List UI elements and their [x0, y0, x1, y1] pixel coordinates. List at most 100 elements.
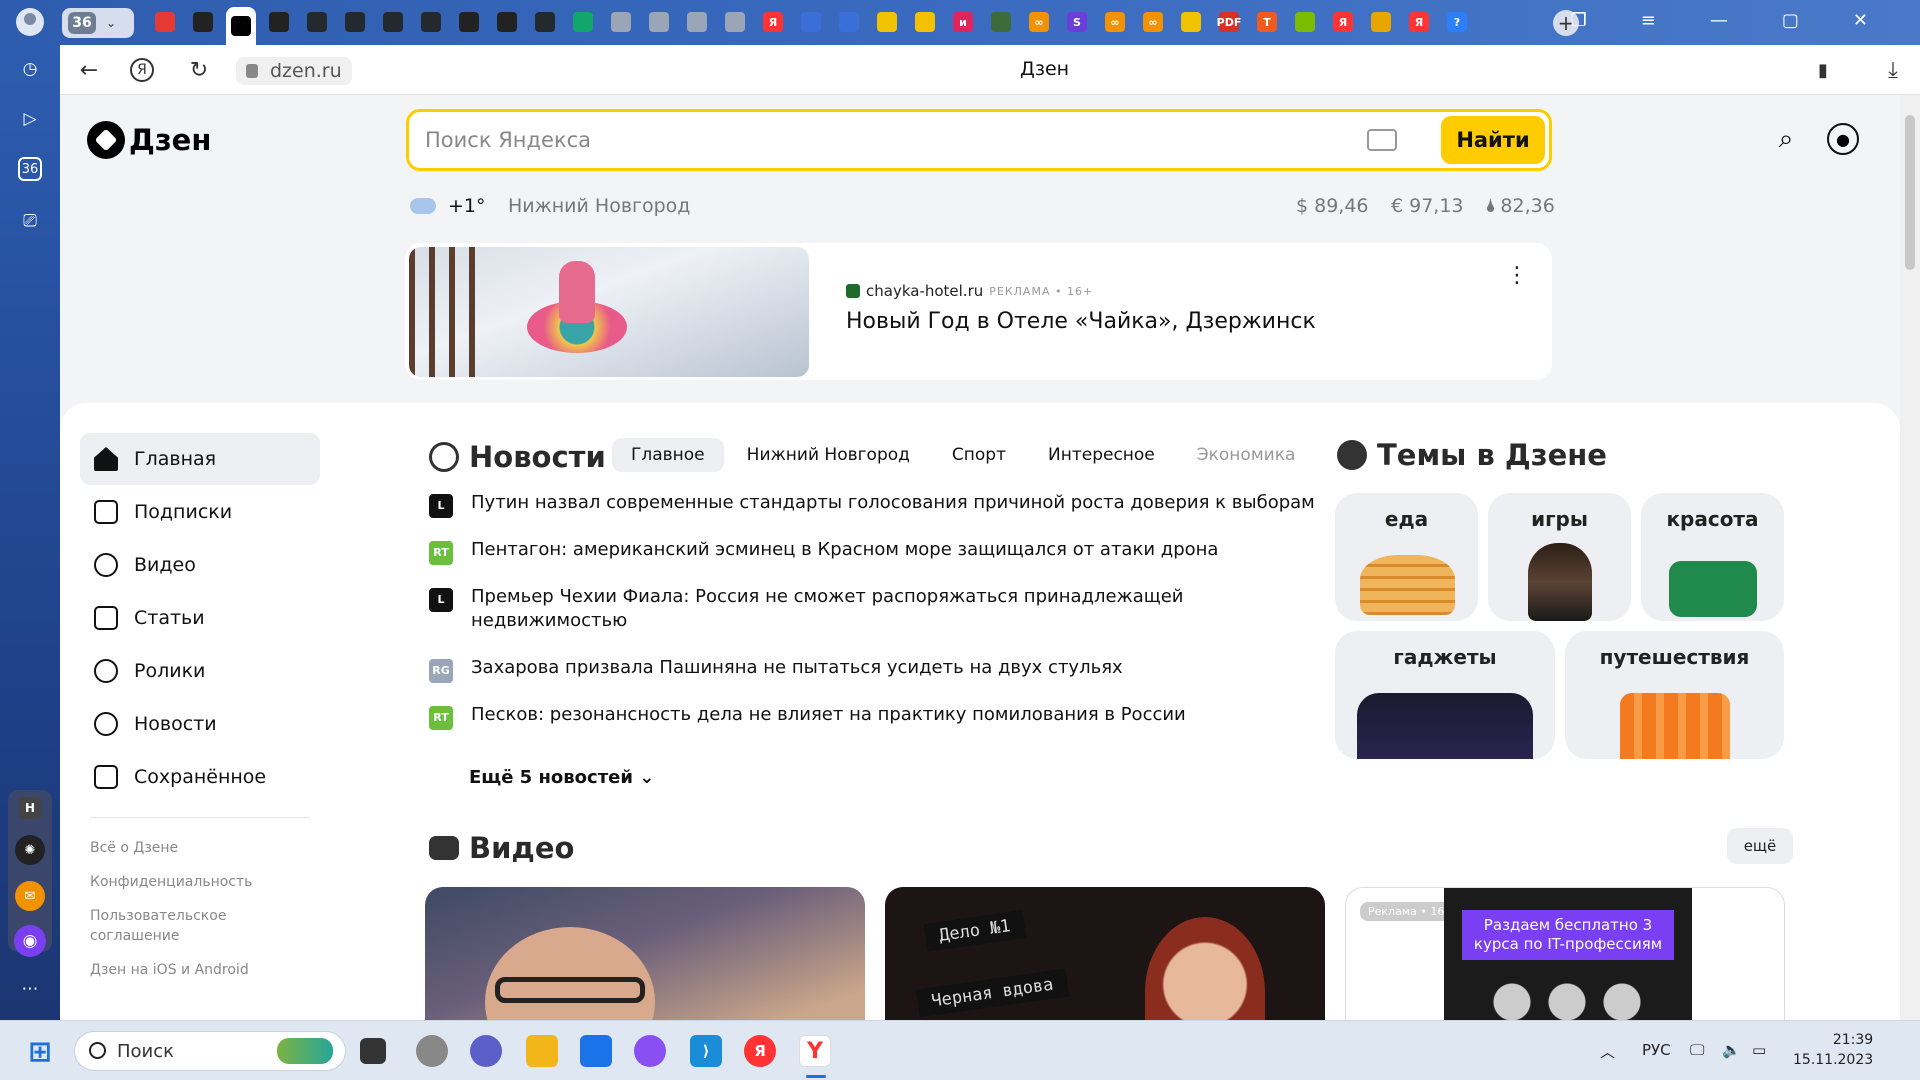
news-item[interactable]: L Премьер Чехии Фиала: Россия не сможет р…: [429, 585, 1329, 633]
pdf-tab-icon[interactable]: PDF: [1214, 7, 1244, 37]
footer-link[interactable]: Пользовательское соглашение: [80, 906, 320, 946]
doc-tab-icon-4[interactable]: [720, 7, 750, 37]
video-card-2[interactable]: Дело №1 Черная вдова: [885, 887, 1325, 1020]
notes-tab-icon-2[interactable]: [910, 7, 940, 37]
tab-count-button[interactable]: 36 ⌄: [62, 8, 134, 38]
news-item[interactable]: RG Захарова призвала Пашиняна не пытаться…: [429, 656, 1329, 683]
ms-tab-icon[interactable]: [1290, 7, 1320, 37]
nav-clips[interactable]: Ролики: [80, 645, 320, 697]
nav-subscriptions[interactable]: Подписки: [80, 486, 320, 538]
video-card-1[interactable]: [425, 887, 865, 1020]
doc-tab-icon[interactable]: [606, 7, 636, 37]
infinity-tab-icon-3[interactable]: ∞: [1138, 7, 1168, 37]
url-field[interactable]: dzen.ru: [236, 57, 352, 85]
tabs-overview-icon[interactable]: ❐: [1571, 10, 1587, 31]
nav-home[interactable]: Главная: [80, 433, 320, 485]
language-indicator[interactable]: РУС: [1642, 1041, 1671, 1059]
openai-tab-icon-3[interactable]: [454, 7, 484, 37]
eur-rate[interactable]: € 97,13: [1391, 195, 1464, 217]
doc-tab-icon-3[interactable]: [682, 7, 712, 37]
openai-tab-icon-4[interactable]: [492, 7, 522, 37]
topic-beauty[interactable]: красота: [1641, 493, 1784, 621]
windows-start-icon[interactable]: ⊞: [24, 1035, 56, 1068]
alice-taskbar-icon[interactable]: [634, 1035, 666, 1067]
video-heading[interactable]: Видео: [429, 831, 574, 865]
github-tab-icon-4[interactable]: [416, 7, 446, 37]
h-app-icon[interactable]: H: [19, 797, 41, 819]
openai-app-icon[interactable]: ✺: [15, 835, 45, 865]
infinity-tab-icon-2[interactable]: ∞: [1100, 7, 1130, 37]
nav-video[interactable]: Видео: [80, 539, 320, 591]
t-tab-icon[interactable]: T: [1252, 7, 1282, 37]
keyboard-icon[interactable]: [1367, 129, 1397, 151]
news-tab[interactable]: Нижний Новгород: [728, 438, 929, 472]
maximize-icon[interactable]: ▢: [1782, 10, 1799, 31]
search-button[interactable]: Найти: [1441, 116, 1545, 164]
explorer-icon[interactable]: [526, 1035, 558, 1067]
news-tab[interactable]: Экономика: [1178, 438, 1315, 472]
mail-app-icon[interactable]: ✉: [15, 881, 45, 911]
taskbar-search[interactable]: Поиск: [74, 1031, 346, 1071]
notes-tab-icon-3[interactable]: [1176, 7, 1206, 37]
scrollbar[interactable]: [1900, 95, 1920, 1020]
openai-tab-icon-2[interactable]: [264, 7, 294, 37]
edge-icon[interactable]: [416, 1035, 448, 1067]
notes-tab-icon[interactable]: [872, 7, 902, 37]
store-icon[interactable]: [580, 1035, 612, 1067]
yandex-tab-icon-3[interactable]: Я: [1404, 7, 1434, 37]
vscode-icon[interactable]: ⟩: [690, 1035, 722, 1067]
ad-banner[interactable]: chayka-hotel.ru РЕКЛАМА • 16+ Новый Год …: [405, 243, 1552, 380]
battery-icon[interactable]: ▭: [1752, 1041, 1766, 1059]
yandex-tab-icon-2[interactable]: Я: [1328, 7, 1358, 37]
doc-tab-icon-2[interactable]: [644, 7, 674, 37]
nav-saved[interactable]: Сохранённое: [80, 751, 320, 803]
clock[interactable]: 21:39 15.11.2023: [1793, 1030, 1873, 1070]
history-icon[interactable]: ◷: [16, 55, 44, 83]
topic-gadgets[interactable]: гаджеты: [1335, 631, 1555, 759]
profile-icon[interactable]: [16, 8, 44, 36]
news-tab[interactable]: Спорт: [933, 438, 1025, 472]
scrollbar-thumb[interactable]: [1905, 115, 1915, 270]
news-item[interactable]: L Путин назвал современные стандарты голо…: [429, 491, 1329, 518]
topic-games[interactable]: игры: [1488, 493, 1631, 621]
dzen-logo[interactable]: Дзен: [87, 121, 211, 159]
oil-rate[interactable]: 🌢 82,36: [1485, 195, 1555, 217]
docs-tab-icon[interactable]: [796, 7, 826, 37]
topic-food[interactable]: еда: [1335, 493, 1478, 621]
more-icon[interactable]: ⋯: [16, 975, 44, 1003]
news-item[interactable]: RT Песков: резонансность дела не влияет н…: [429, 703, 1329, 730]
yandex-browser-icon[interactable]: Y: [799, 1035, 831, 1067]
news-heading[interactable]: Новости: [429, 440, 606, 474]
nav-news[interactable]: Новости: [80, 698, 320, 750]
mail-tab-icon[interactable]: [150, 7, 180, 37]
ivi-tab-icon[interactable]: и: [948, 7, 978, 37]
download-icon[interactable]: ⤓: [1880, 57, 1906, 83]
github-tab-icon[interactable]: [302, 7, 332, 37]
image-tab-icon[interactable]: [1366, 7, 1396, 37]
s-tab-icon[interactable]: S: [1062, 7, 1092, 37]
back-icon[interactable]: ←: [76, 57, 102, 83]
tray-chevron-icon[interactable]: ︿: [1600, 1041, 1615, 1062]
github-tab-icon-5[interactable]: [530, 7, 560, 37]
infinity-tab-icon[interactable]: ∞: [1024, 7, 1054, 37]
network-icon[interactable]: 🖵: [1690, 1041, 1704, 1059]
news-tab[interactable]: Интересное: [1029, 438, 1174, 472]
bookmark-icon[interactable]: ▮: [1810, 57, 1836, 83]
openai-tab-icon[interactable]: [188, 7, 218, 37]
news-item[interactable]: RT Пентагон: американский эсминец в Красн…: [429, 538, 1329, 565]
screenshot-icon[interactable]: ⎚: [16, 207, 44, 235]
footer-link[interactable]: Дзен на iOS и Android: [80, 960, 320, 980]
footer-link[interactable]: Всё о Дзене: [80, 838, 320, 858]
video-player-icon[interactable]: ▷: [16, 105, 44, 133]
footer-link[interactable]: Конфиденциальность: [80, 872, 320, 892]
tree-tab-icon[interactable]: [986, 7, 1016, 37]
user-icon[interactable]: ●: [1827, 123, 1859, 155]
send-tab-icon[interactable]: [568, 7, 598, 37]
news-tab[interactable]: Главное: [612, 438, 724, 472]
minimize-icon[interactable]: —: [1710, 10, 1728, 31]
yandex-app-icon[interactable]: Я: [744, 1035, 776, 1067]
tabs-count-icon[interactable]: 36: [18, 157, 42, 181]
search-icon[interactable]: ⌕: [1770, 123, 1802, 155]
github-tab-icon-3[interactable]: [378, 7, 408, 37]
topic-travel[interactable]: путешествия: [1565, 631, 1784, 759]
